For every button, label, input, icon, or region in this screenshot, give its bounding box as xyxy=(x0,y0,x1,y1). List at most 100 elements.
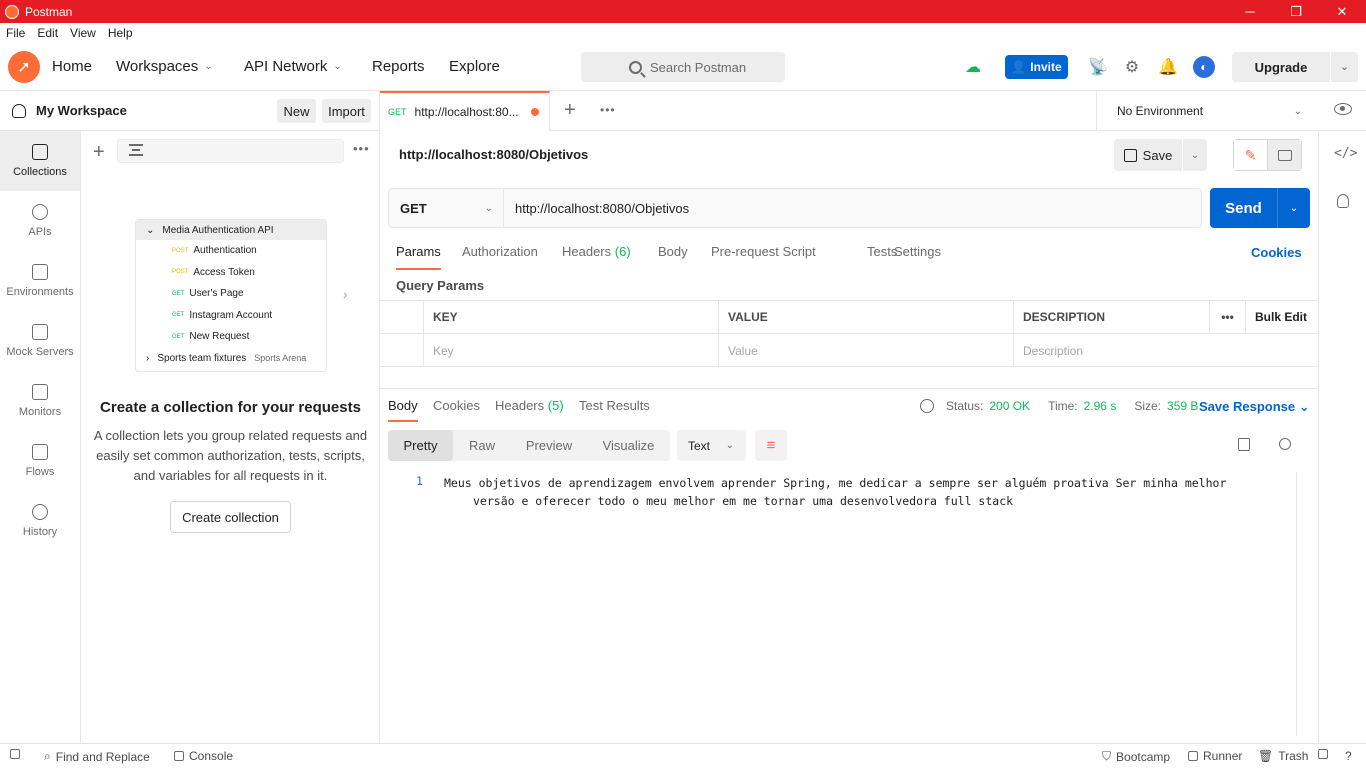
param-description-input[interactable]: Description xyxy=(1014,334,1317,367)
sidebar-item-history[interactable]: History xyxy=(0,491,80,551)
view-preview[interactable]: Preview xyxy=(511,430,587,461)
sidebar-item-mock-servers[interactable]: Mock Servers xyxy=(0,311,80,371)
environment-eye-icon[interactable] xyxy=(1334,103,1352,115)
two-pane-icon[interactable] xyxy=(1318,749,1328,759)
new-button[interactable]: New xyxy=(277,99,316,123)
user-avatar[interactable]: ◐ xyxy=(1193,56,1215,78)
nav-explore[interactable]: Explore xyxy=(449,58,500,75)
tab-settings[interactable]: Settings xyxy=(894,244,941,270)
status-value[interactable]: 200 OK xyxy=(989,399,1030,413)
sidebar-item-flows[interactable]: Flows xyxy=(0,431,80,491)
nav-api-network[interactable]: API Network ⌄ xyxy=(244,58,342,75)
restore-button[interactable]: ❐ xyxy=(1273,0,1319,23)
workspace-title[interactable]: My Workspace xyxy=(36,103,127,118)
trash-label: Trash xyxy=(1278,749,1309,763)
bootcamp-button[interactable]: ⛉ Bootcamp xyxy=(1102,749,1170,764)
sidebar-item-monitors[interactable]: Monitors xyxy=(0,371,80,431)
notifications-bell-icon[interactable]: 🔔 xyxy=(1157,56,1179,78)
environment-select[interactable]: No Environment ⌄ xyxy=(1096,91,1318,131)
close-window-button[interactable]: ✕ xyxy=(1319,0,1365,23)
chevron-down-icon[interactable]: ⌄ xyxy=(1278,188,1310,228)
illustration-request-row: GET User's Page xyxy=(136,283,326,305)
tab-tests[interactable]: Tests xyxy=(867,244,897,270)
console-button[interactable]: Console xyxy=(174,749,233,763)
globe-icon[interactable] xyxy=(920,399,934,413)
menu-view[interactable]: View xyxy=(64,26,102,40)
create-collection-button[interactable]: Create collection xyxy=(170,501,291,533)
request-name: User's Page xyxy=(189,288,244,300)
response-format-select[interactable]: Text ⌄ xyxy=(677,430,746,461)
nav-home[interactable]: Home xyxy=(52,58,92,75)
request-title[interactable]: http://localhost:8080/Objetivos xyxy=(399,147,588,162)
comments-toggle[interactable] xyxy=(1268,140,1301,170)
size-value[interactable]: 359 B xyxy=(1167,399,1198,413)
request-tab[interactable]: GET http://localhost:80... xyxy=(380,91,550,131)
response-tab-body[interactable]: Body xyxy=(388,398,418,422)
param-key-input[interactable]: Key xyxy=(424,334,719,367)
sidebar-item-collections[interactable]: Collections xyxy=(0,131,80,191)
postman-app-icon xyxy=(5,4,19,19)
response-tab-headers[interactable]: Headers (5) xyxy=(495,398,564,422)
nav-workspaces[interactable]: Workspaces ⌄ xyxy=(116,58,213,75)
save-button-main[interactable]: Save xyxy=(1114,148,1182,163)
copy-icon[interactable] xyxy=(1238,438,1250,451)
more-tabs-icon[interactable]: ••• xyxy=(600,103,616,117)
response-scrollbar[interactable] xyxy=(1296,472,1297,736)
tab-authorization[interactable]: Authorization xyxy=(462,244,538,270)
postman-logo-icon[interactable]: ➚ xyxy=(8,51,40,83)
send-button[interactable]: Send ⌄ xyxy=(1210,188,1310,228)
method-badge: POST xyxy=(172,269,189,276)
response-tab-cookies[interactable]: Cookies xyxy=(433,398,480,422)
save-button[interactable]: Save ⌄ xyxy=(1114,139,1207,171)
upgrade-button[interactable]: Upgrade ⌄ xyxy=(1232,52,1358,82)
view-pretty[interactable]: Pretty xyxy=(388,430,453,461)
settings-gear-icon[interactable]: ⚙ xyxy=(1121,56,1143,78)
collections-filter-input[interactable] xyxy=(117,139,344,163)
cookies-link[interactable]: Cookies xyxy=(1251,245,1302,260)
satellite-icon[interactable]: 📡 xyxy=(1087,56,1109,78)
lightbulb-icon[interactable] xyxy=(1337,194,1349,208)
url-input[interactable]: http://localhost:8080/Objetivos xyxy=(504,189,1201,227)
help-icon[interactable]: ? xyxy=(1345,749,1352,763)
tab-body[interactable]: Body xyxy=(658,244,688,270)
save-response-button[interactable]: Save Response ⌄ xyxy=(1199,399,1310,415)
trash-button[interactable]: 🗑 Trash xyxy=(1258,749,1308,763)
find-replace-button[interactable]: ⌕ Find and Replace xyxy=(44,749,150,764)
new-tab-plus-icon[interactable]: + xyxy=(564,99,576,122)
minimize-button[interactable]: ─ xyxy=(1227,0,1273,23)
sidebar-item-apis[interactable]: APIs xyxy=(0,191,80,251)
response-tab-test-results[interactable]: Test Results xyxy=(579,398,650,422)
sidebar-item-environments[interactable]: Environments xyxy=(0,251,80,311)
view-raw[interactable]: Raw xyxy=(453,430,511,461)
time-value[interactable]: 2.96 s xyxy=(1084,399,1117,413)
method-select[interactable]: GET ⌄ xyxy=(389,189,504,227)
response-divider[interactable] xyxy=(380,388,1317,389)
toggle-sidebar-icon[interactable] xyxy=(10,749,20,759)
tab-params[interactable]: Params xyxy=(396,244,441,270)
chevron-down-icon[interactable]: ⌄ xyxy=(1331,62,1358,73)
sync-cloud-icon[interactable]: ☁ xyxy=(962,56,984,78)
chevron-down-icon[interactable]: ⌄ xyxy=(1183,150,1207,161)
view-visualize[interactable]: Visualize xyxy=(587,430,670,461)
tab-headers[interactable]: Headers (6) xyxy=(562,244,631,270)
table-more-icon[interactable]: ••• xyxy=(1210,301,1246,334)
add-collection-icon[interactable]: + xyxy=(93,141,105,164)
code-snippet-icon[interactable]: </> xyxy=(1334,146,1357,161)
global-search-input[interactable]: Search Postman xyxy=(581,52,785,82)
search-icon[interactable] xyxy=(1279,438,1291,450)
more-options-icon[interactable]: ••• xyxy=(353,141,370,156)
nav-reports[interactable]: Reports xyxy=(372,58,425,75)
menu-file[interactable]: File xyxy=(0,26,31,40)
invite-button[interactable]: 👤 Invite xyxy=(1005,55,1068,79)
bulk-edit-button[interactable]: Bulk Edit xyxy=(1246,301,1317,334)
edit-pencil-icon[interactable]: ✎ xyxy=(1234,140,1268,170)
menu-help[interactable]: Help xyxy=(102,26,139,40)
import-button[interactable]: Import xyxy=(322,99,371,123)
filter-icon xyxy=(129,144,143,156)
wrap-lines-icon[interactable]: ≡ xyxy=(755,430,787,461)
method-badge: GET xyxy=(172,290,185,297)
menu-edit[interactable]: Edit xyxy=(31,26,64,40)
runner-button[interactable]: Runner xyxy=(1188,749,1242,763)
tab-prerequest-script[interactable]: Pre-request Script xyxy=(711,244,816,270)
param-value-input[interactable]: Value xyxy=(719,334,1014,367)
